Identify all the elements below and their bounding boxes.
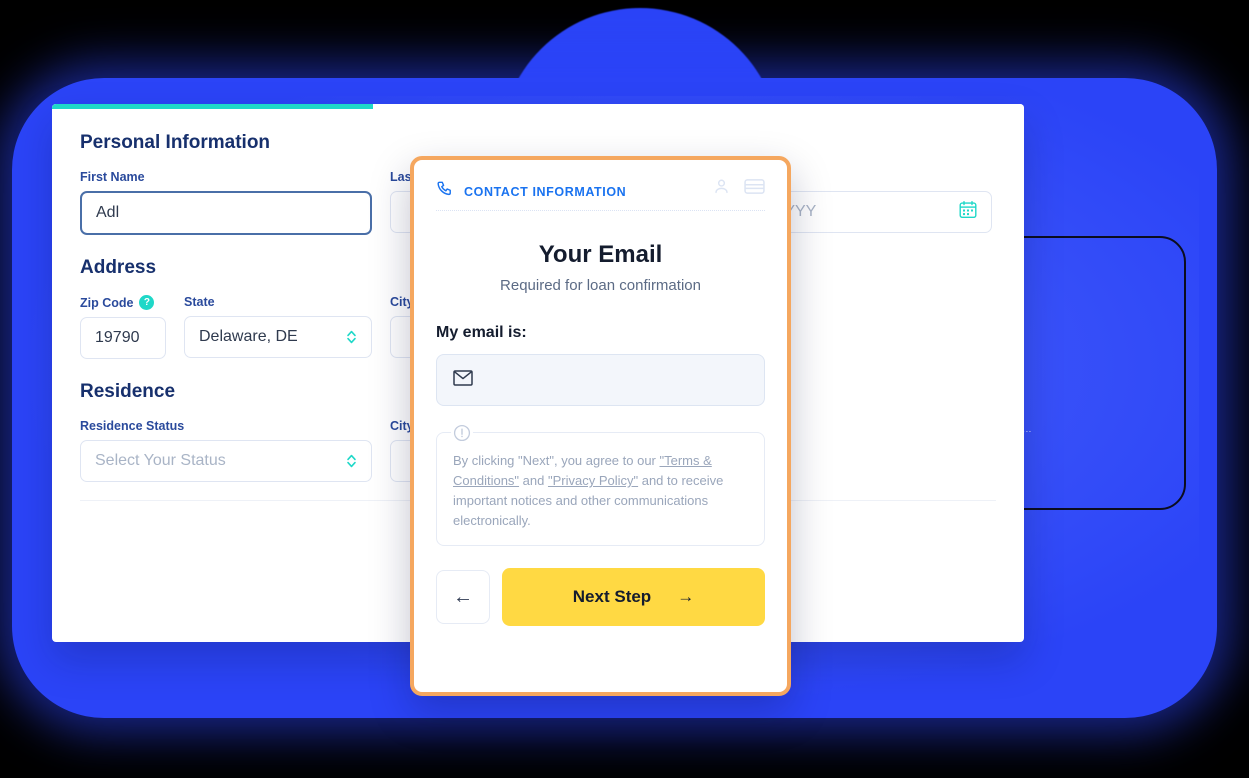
privacy-policy-link[interactable]: "Privacy Policy" [548,473,638,488]
zip-code-input[interactable]: 19790 [80,317,166,359]
field-label: First Name [80,170,372,184]
email-input[interactable] [436,354,765,406]
phone-icon [436,180,454,203]
help-icon[interactable]: ? [139,295,155,310]
envelope-icon [453,370,473,390]
state-select[interactable]: Delaware, DE [184,316,372,358]
field-label-text: First Name [80,170,145,184]
contact-information-modal: CONTACT INFORMATION Your Email Required … [410,156,791,696]
progress-fill [52,104,373,109]
modal-subtitle: Required for loan confirmation [500,277,701,294]
email-question-label: My email is: [436,324,527,341]
field-label-text: Zip Code [80,295,134,310]
field-label: Zip Code ? [80,295,166,310]
field-state: State Delaware, DE [184,295,372,359]
chevron-updown-icon[interactable] [346,453,357,469]
modal-step-label: CONTACT INFORMATION [464,184,627,199]
field-label: State [184,295,372,309]
state-value: Delaware, DE [199,328,298,345]
field-label-text: Residence Status [80,419,185,433]
notice-text-before: By clicking "Next", you agree to our [453,453,660,468]
modal-action-row: ← Next Step → [414,546,787,626]
credit-card-icon [744,178,765,200]
section-title-personal: Personal Information [80,132,271,153]
progress-track [52,104,1024,109]
field-label-text: State [184,295,215,309]
field-first-name: First Name Adl [80,170,372,235]
zip-code-value: 19790 [95,329,140,346]
field-zip-code: Zip Code ? 19790 [80,295,166,359]
screenshot-stage: ":"success", ":"294d565ed5541a792d51a1ba… [0,0,1249,778]
first-name-input[interactable]: Adl [80,191,372,235]
notice-text-mid: and [519,473,548,488]
field-label: Residence Status [80,419,372,433]
arrow-right-icon: → [677,587,695,606]
field-residence-status: Residence Status Select Your Status [80,419,372,482]
modal-title: Your Email [538,241,663,268]
residence-status-select[interactable]: Select Your Status [80,440,372,482]
chevron-updown-icon[interactable] [346,329,357,345]
modal-step-connector [436,210,765,211]
modal-step-indicators [713,178,765,200]
back-button[interactable]: ← [436,570,490,624]
calendar-icon[interactable] [959,201,977,224]
person-icon [713,178,730,200]
next-step-button[interactable]: Next Step → [502,568,765,626]
next-step-label: Next Step [572,587,652,606]
terms-notice: By clicking "Next", you agree to our "Te… [436,422,765,546]
modal-header: CONTACT INFORMATION [414,160,787,211]
first-name-value: Adl [96,204,120,221]
exclamation-icon [451,422,473,444]
residence-status-placeholder: Select Your Status [95,452,226,469]
